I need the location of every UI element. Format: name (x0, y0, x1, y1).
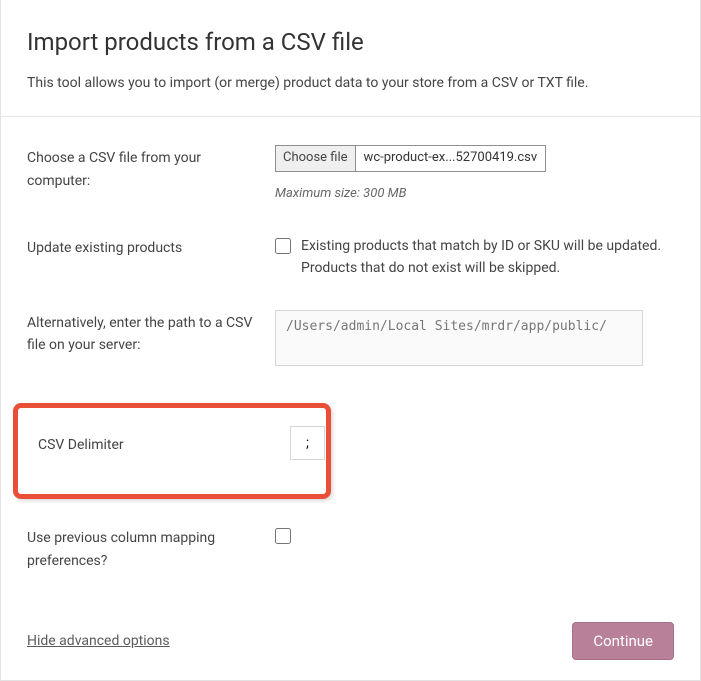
page-description: This tool allows you to import (or merge… (27, 72, 674, 94)
row-server-path: Alternatively, enter the path to a CSV f… (27, 310, 674, 373)
continue-button[interactable]: Continue (572, 622, 674, 660)
panel-footer: Hide advanced options Continue (1, 606, 700, 680)
server-path-input[interactable] (275, 310, 643, 366)
choose-file-field: Choose file wc-product-ex...52700419.csv… (275, 145, 674, 205)
update-existing-label: Update existing products (27, 235, 275, 259)
choose-file-button[interactable]: Choose file (276, 146, 356, 171)
max-size-hint: Maximum size: 300 MB (275, 184, 674, 205)
form-area: Choose a CSV file from your computer: Ch… (1, 117, 700, 572)
prev-mapping-label: Use previous column mapping preferences? (27, 525, 275, 572)
row-choose-file: Choose a CSV file from your computer: Ch… (27, 145, 674, 205)
prev-mapping-field (275, 525, 674, 551)
chosen-file-name: wc-product-ex...52700419.csv (356, 146, 546, 171)
row-delimiter-highlighted: CSV Delimiter (13, 403, 331, 499)
delimiter-input[interactable] (290, 426, 325, 460)
server-path-field (275, 310, 674, 373)
update-existing-checkbox[interactable] (275, 238, 291, 254)
page-title: Import products from a CSV file (27, 28, 674, 56)
update-existing-description: Existing products that match by ID or SK… (301, 235, 674, 280)
delimiter-label: CSV Delimiter (38, 426, 290, 456)
panel-header: Import products from a CSV file This too… (1, 0, 700, 116)
prev-mapping-checkbox[interactable] (275, 528, 291, 544)
choose-file-label: Choose a CSV file from your computer: (27, 145, 275, 192)
file-picker[interactable]: Choose file wc-product-ex...52700419.csv (275, 145, 546, 172)
update-existing-field: Existing products that match by ID or SK… (275, 235, 674, 280)
delimiter-field (290, 426, 325, 460)
row-prev-mapping: Use previous column mapping preferences? (27, 525, 674, 572)
hide-advanced-link[interactable]: Hide advanced options (27, 633, 170, 649)
import-panel: Import products from a CSV file This too… (0, 0, 701, 681)
row-update-existing: Update existing products Existing produc… (27, 235, 674, 280)
server-path-label: Alternatively, enter the path to a CSV f… (27, 310, 275, 357)
